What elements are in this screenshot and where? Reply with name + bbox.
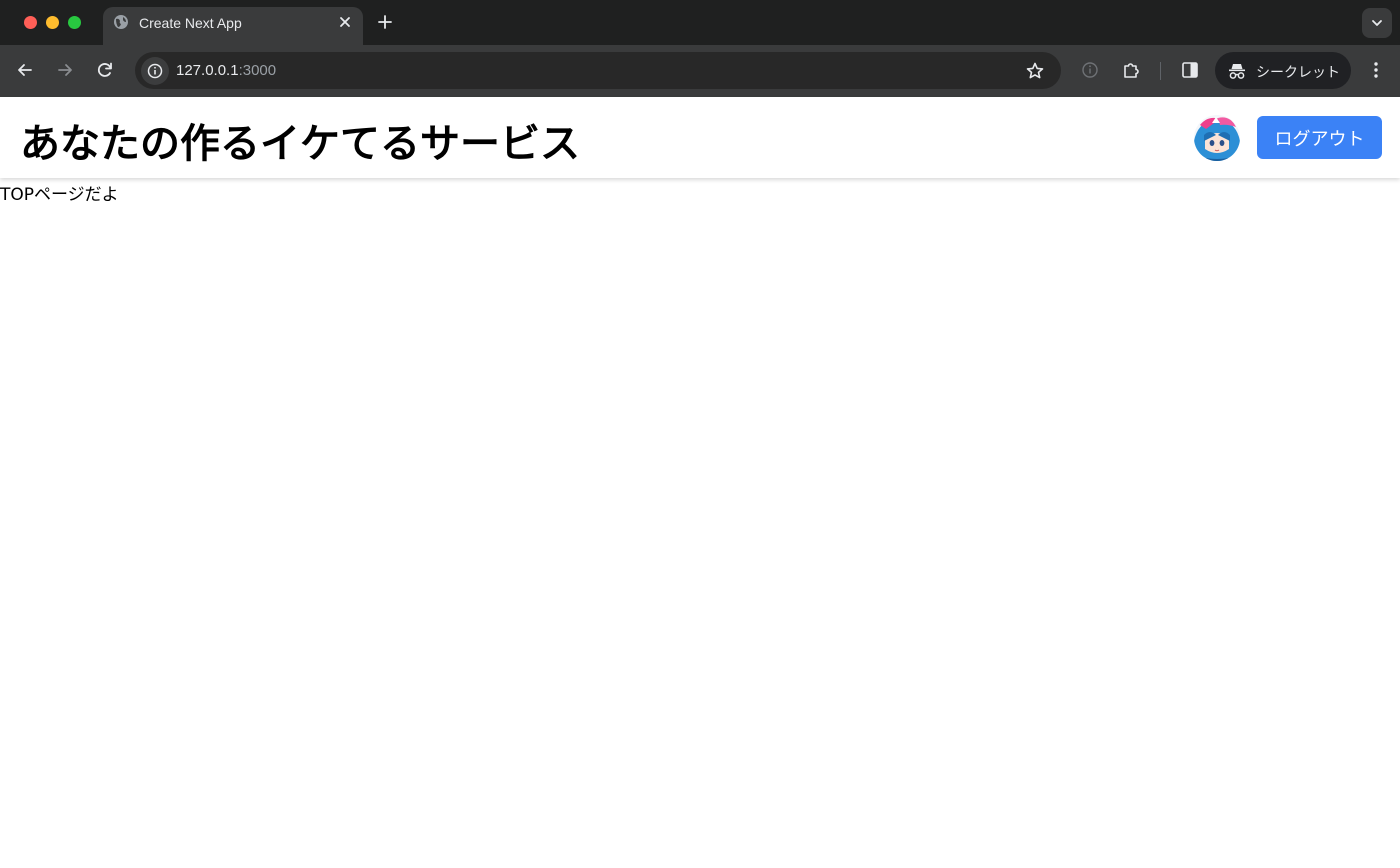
- incognito-profile-button[interactable]: シークレット: [1215, 52, 1351, 89]
- maximize-window-button[interactable]: [68, 16, 81, 29]
- info-icon[interactable]: [1080, 60, 1100, 80]
- incognito-icon: [1229, 64, 1245, 79]
- site-info-icon[interactable]: [141, 57, 169, 85]
- browser-toolbar: 127.0.0.1:3000 シークレット: [0, 45, 1400, 97]
- address-bar[interactable]: 127.0.0.1:3000: [135, 52, 1061, 89]
- globe-icon: [113, 14, 129, 30]
- avatar[interactable]: [1194, 115, 1240, 161]
- star-icon[interactable]: [1025, 61, 1045, 81]
- browser-chrome: Create Next App 127.0.0.1:3000 シークレット: [0, 0, 1400, 97]
- tab-search-button[interactable]: [1362, 8, 1392, 38]
- browser-tab[interactable]: Create Next App: [103, 7, 363, 45]
- logout-button[interactable]: ログアウト: [1257, 116, 1382, 159]
- url-host: 127.0.0.1: [176, 62, 239, 79]
- side-panel-icon[interactable]: [1180, 60, 1200, 80]
- toolbar-divider: [1160, 62, 1161, 80]
- close-window-button[interactable]: [24, 16, 37, 29]
- more-vertical-icon[interactable]: [1366, 60, 1386, 80]
- site-title: あなたの作るイケてるサービス: [20, 121, 580, 167]
- url-text: 127.0.0.1:3000: [176, 62, 276, 79]
- close-icon[interactable]: [337, 14, 353, 30]
- plus-icon[interactable]: [376, 13, 394, 31]
- tab-title: Create Next App: [139, 15, 242, 31]
- page-content: あなたの作るイケてるサービス ログアウト TOPページだよ: [0, 97, 1400, 868]
- minimize-window-button[interactable]: [46, 16, 59, 29]
- back-arrow-icon[interactable]: [15, 60, 35, 80]
- site-header: あなたの作るイケてるサービス ログアウト: [0, 97, 1400, 178]
- chevron-down-icon: [1372, 20, 1382, 26]
- reload-icon[interactable]: [95, 60, 115, 80]
- url-port: :3000: [238, 62, 277, 79]
- forward-arrow-icon[interactable]: [55, 60, 75, 80]
- incognito-label: シークレット: [1256, 64, 1340, 80]
- puzzle-icon[interactable]: [1121, 60, 1141, 80]
- tab-strip: Create Next App: [0, 0, 1400, 45]
- top-page-message: TOPページだよ: [0, 185, 119, 205]
